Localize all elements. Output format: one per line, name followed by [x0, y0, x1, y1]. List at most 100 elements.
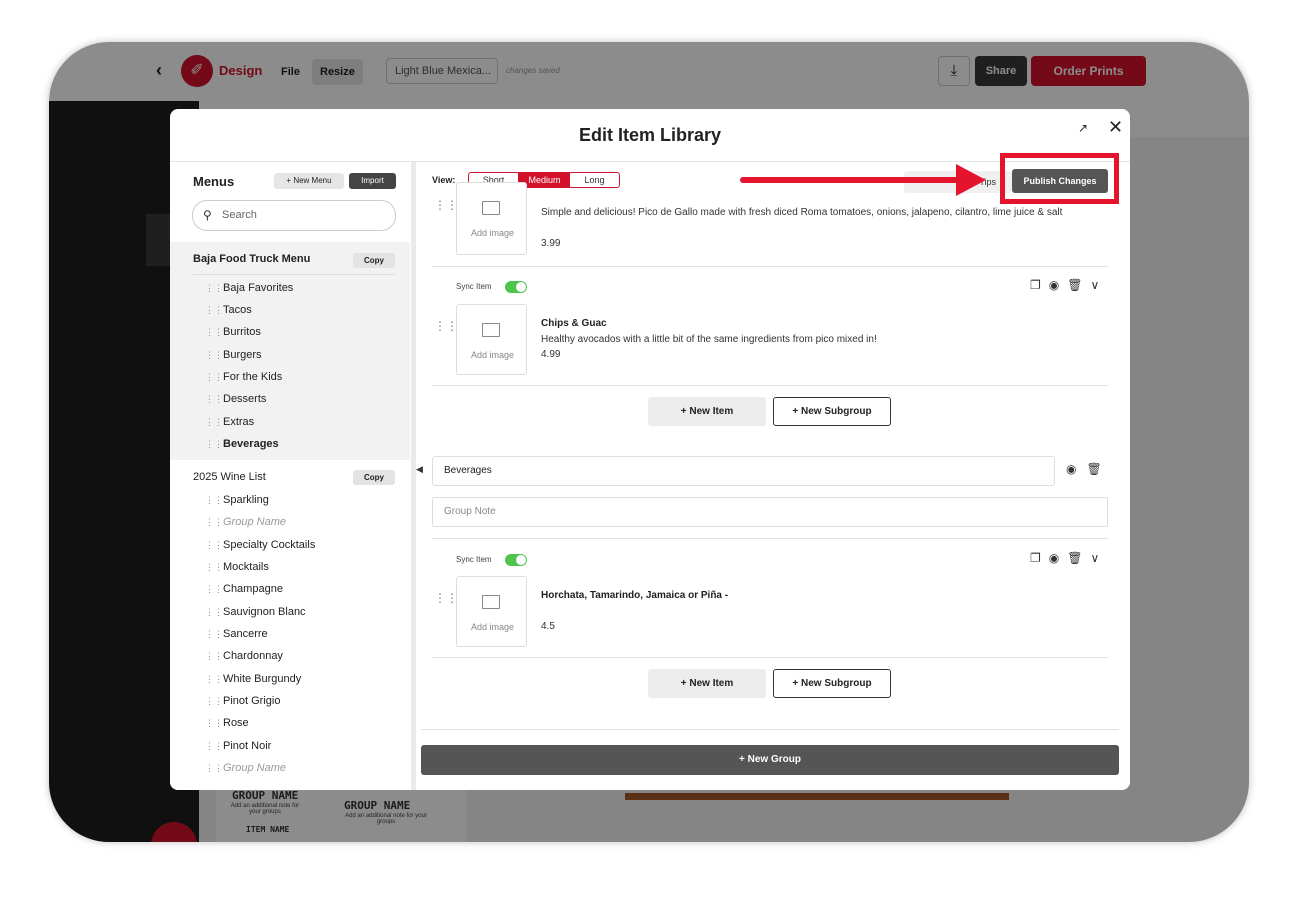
menu-divider	[193, 274, 395, 275]
search-input[interactable]: ⚲ Search	[192, 200, 396, 231]
drag-handle-icon[interactable]: ⋮⋮	[205, 299, 223, 321]
eye-icon[interactable]: ◉	[1049, 278, 1067, 292]
trash-icon[interactable]: 🗑	[1086, 462, 1111, 476]
drag-handle-icon[interactable]: ⋮⋮	[205, 601, 223, 623]
copy-button[interactable]: Copy	[353, 470, 395, 485]
add-image-label: Add image	[470, 622, 515, 632]
menu-group-item[interactable]: ⋮⋮Specialty Cocktails	[205, 534, 315, 556]
annotation-arrow	[740, 177, 970, 183]
copy-button[interactable]: Copy	[353, 253, 395, 268]
close-icon[interactable]: ✕	[1108, 117, 1123, 138]
expand-icon[interactable]: ↗	[1078, 121, 1088, 135]
new-group-button[interactable]: + New Group	[421, 745, 1119, 775]
add-image-button[interactable]: Add image	[456, 304, 527, 375]
drag-handle-icon[interactable]: ⋮⋮	[434, 591, 458, 605]
group-divider	[421, 729, 1119, 730]
item-description[interactable]: Simple and delicious! Pico de Gallo made…	[541, 205, 1101, 220]
drag-handle-icon[interactable]: ⋮⋮	[205, 712, 223, 734]
item-name[interactable]: Chips & Guac	[541, 318, 607, 329]
menu-group-item-active[interactable]: ⋮⋮Beverages	[205, 433, 279, 455]
menu-group-item[interactable]: ⋮⋮Pinot Noir	[205, 735, 271, 757]
drag-handle-icon[interactable]: ⋮⋮	[434, 198, 458, 212]
drag-handle-icon[interactable]: ⋮⋮	[205, 277, 223, 299]
new-subgroup-button[interactable]: + New Subgroup	[773, 669, 891, 698]
new-menu-button[interactable]: + New Menu	[274, 173, 344, 189]
drag-handle-icon[interactable]: ⋮⋮	[205, 668, 223, 690]
menu-group-item[interactable]: ⋮⋮Rose	[205, 712, 249, 734]
drag-handle-icon[interactable]: ⋮⋮	[205, 556, 223, 578]
annotation-arrow-head	[956, 164, 986, 196]
group-name-input[interactable]: Beverages	[432, 456, 1055, 486]
item-price[interactable]: 4.5	[541, 621, 555, 632]
item-price[interactable]: 4.99	[541, 349, 560, 360]
new-item-button[interactable]: + New Item	[648, 397, 766, 426]
search-icon: ⚲	[203, 208, 212, 222]
drag-handle-icon[interactable]: ⋮⋮	[205, 433, 223, 455]
menu-group-item[interactable]: ⋮⋮Sparkling	[205, 489, 269, 511]
duplicate-icon[interactable]: ❐	[1030, 278, 1049, 292]
image-icon	[482, 595, 500, 609]
search-placeholder: Search	[222, 209, 257, 221]
duplicate-icon[interactable]: ❐	[1030, 551, 1049, 565]
menu-group-item[interactable]: ⋮⋮Extras	[205, 411, 254, 433]
drag-handle-icon[interactable]: ⋮⋮	[205, 757, 223, 779]
menu-group-item[interactable]: ⋮⋮Group Name	[205, 511, 286, 533]
menu-group-item[interactable]: ⋮⋮Tacos	[205, 299, 252, 321]
trash-icon[interactable]: 🗑	[1067, 551, 1090, 565]
menu-group-item[interactable]: ⋮⋮Sancerre	[205, 623, 268, 645]
menu-group-item[interactable]: ⋮⋮Group Name	[205, 757, 286, 779]
drag-handle-icon[interactable]: ⋮⋮	[205, 645, 223, 667]
menu-group-item[interactable]: ⋮⋮Burritos	[205, 321, 261, 343]
group-note-input[interactable]: Group Note	[432, 497, 1108, 527]
image-icon	[482, 323, 500, 337]
drag-handle-icon[interactable]: ⋮⋮	[205, 690, 223, 712]
drag-handle-icon[interactable]: ⋮⋮	[205, 388, 223, 410]
sync-item-label: Sync Item	[456, 282, 492, 291]
menus-title: Menus	[193, 174, 235, 189]
menu-group-item[interactable]: ⋮⋮Baja Favorites	[205, 277, 293, 299]
drag-handle-icon[interactable]: ⋮⋮	[205, 489, 223, 511]
menu-name[interactable]: Baja Food Truck Menu	[193, 253, 310, 265]
drag-handle-icon[interactable]: ⋮⋮	[205, 344, 223, 366]
item-name[interactable]: Horchata, Tamarindo, Jamaica or Piña -	[541, 590, 728, 601]
menus-panel: Menus + New Menu Import ⚲ Search Baja Fo…	[170, 162, 410, 790]
panel-divider[interactable]	[411, 162, 416, 790]
menu-group-item[interactable]: ⋮⋮Pinot Grigio	[205, 690, 280, 712]
sync-toggle[interactable]	[505, 281, 527, 293]
item-price[interactable]: 3.99	[541, 238, 560, 249]
item-editor-panel: View: Short Medium Long Tips Publish Cha…	[420, 153, 1130, 790]
trash-icon[interactable]: 🗑	[1067, 278, 1090, 292]
edit-item-library-modal: Edit Item Library ↗ ✕ Menus + New Menu I…	[170, 109, 1130, 790]
add-image-label: Add image	[470, 350, 515, 360]
menu-group-item[interactable]: ⋮⋮Burgers	[205, 344, 262, 366]
chevron-down-icon[interactable]: ∨	[1090, 551, 1107, 565]
menu-group-item[interactable]: ⋮⋮For the Kids	[205, 366, 282, 388]
new-subgroup-button[interactable]: + New Subgroup	[773, 397, 891, 426]
sync-toggle[interactable]	[505, 554, 527, 566]
drag-handle-icon[interactable]: ⋮⋮	[205, 321, 223, 343]
drag-handle-icon[interactable]: ⋮⋮	[205, 735, 223, 757]
menu-group-item[interactable]: ⋮⋮Champagne	[205, 578, 283, 600]
drag-handle-icon[interactable]: ⋮⋮	[434, 319, 458, 333]
menu-group-item[interactable]: ⋮⋮Sauvignon Blanc	[205, 601, 306, 623]
add-image-button[interactable]: Add image	[456, 576, 527, 647]
menu-group-item[interactable]: ⋮⋮Mocktails	[205, 556, 269, 578]
eye-icon[interactable]: ◉	[1049, 551, 1067, 565]
item-description[interactable]: Healthy avocados with a little bit of th…	[541, 332, 1101, 347]
menu-group-item[interactable]: ⋮⋮White Burgundy	[205, 668, 301, 690]
menu-group-item[interactable]: ⋮⋮Chardonnay	[205, 645, 283, 667]
drag-handle-icon[interactable]: ⋮⋮	[205, 366, 223, 388]
drag-handle-icon[interactable]: ⋮⋮	[205, 411, 223, 433]
eye-icon[interactable]: ◉	[1066, 462, 1086, 476]
chevron-down-icon[interactable]: ∨	[1090, 278, 1107, 292]
new-item-button[interactable]: + New Item	[648, 669, 766, 698]
drag-handle-icon[interactable]: ⋮⋮	[205, 578, 223, 600]
menu-name[interactable]: 2025 Wine List	[193, 471, 266, 483]
drag-handle-icon[interactable]: ⋮⋮	[205, 623, 223, 645]
import-button[interactable]: Import	[349, 173, 396, 189]
drag-handle-icon[interactable]: ⋮⋮	[205, 534, 223, 556]
menu-group-item[interactable]: ⋮⋮Desserts	[205, 388, 266, 410]
add-image-label: Add image	[470, 228, 515, 238]
add-image-button[interactable]: Add image	[456, 182, 527, 255]
drag-handle-icon[interactable]: ⋮⋮	[205, 511, 223, 533]
